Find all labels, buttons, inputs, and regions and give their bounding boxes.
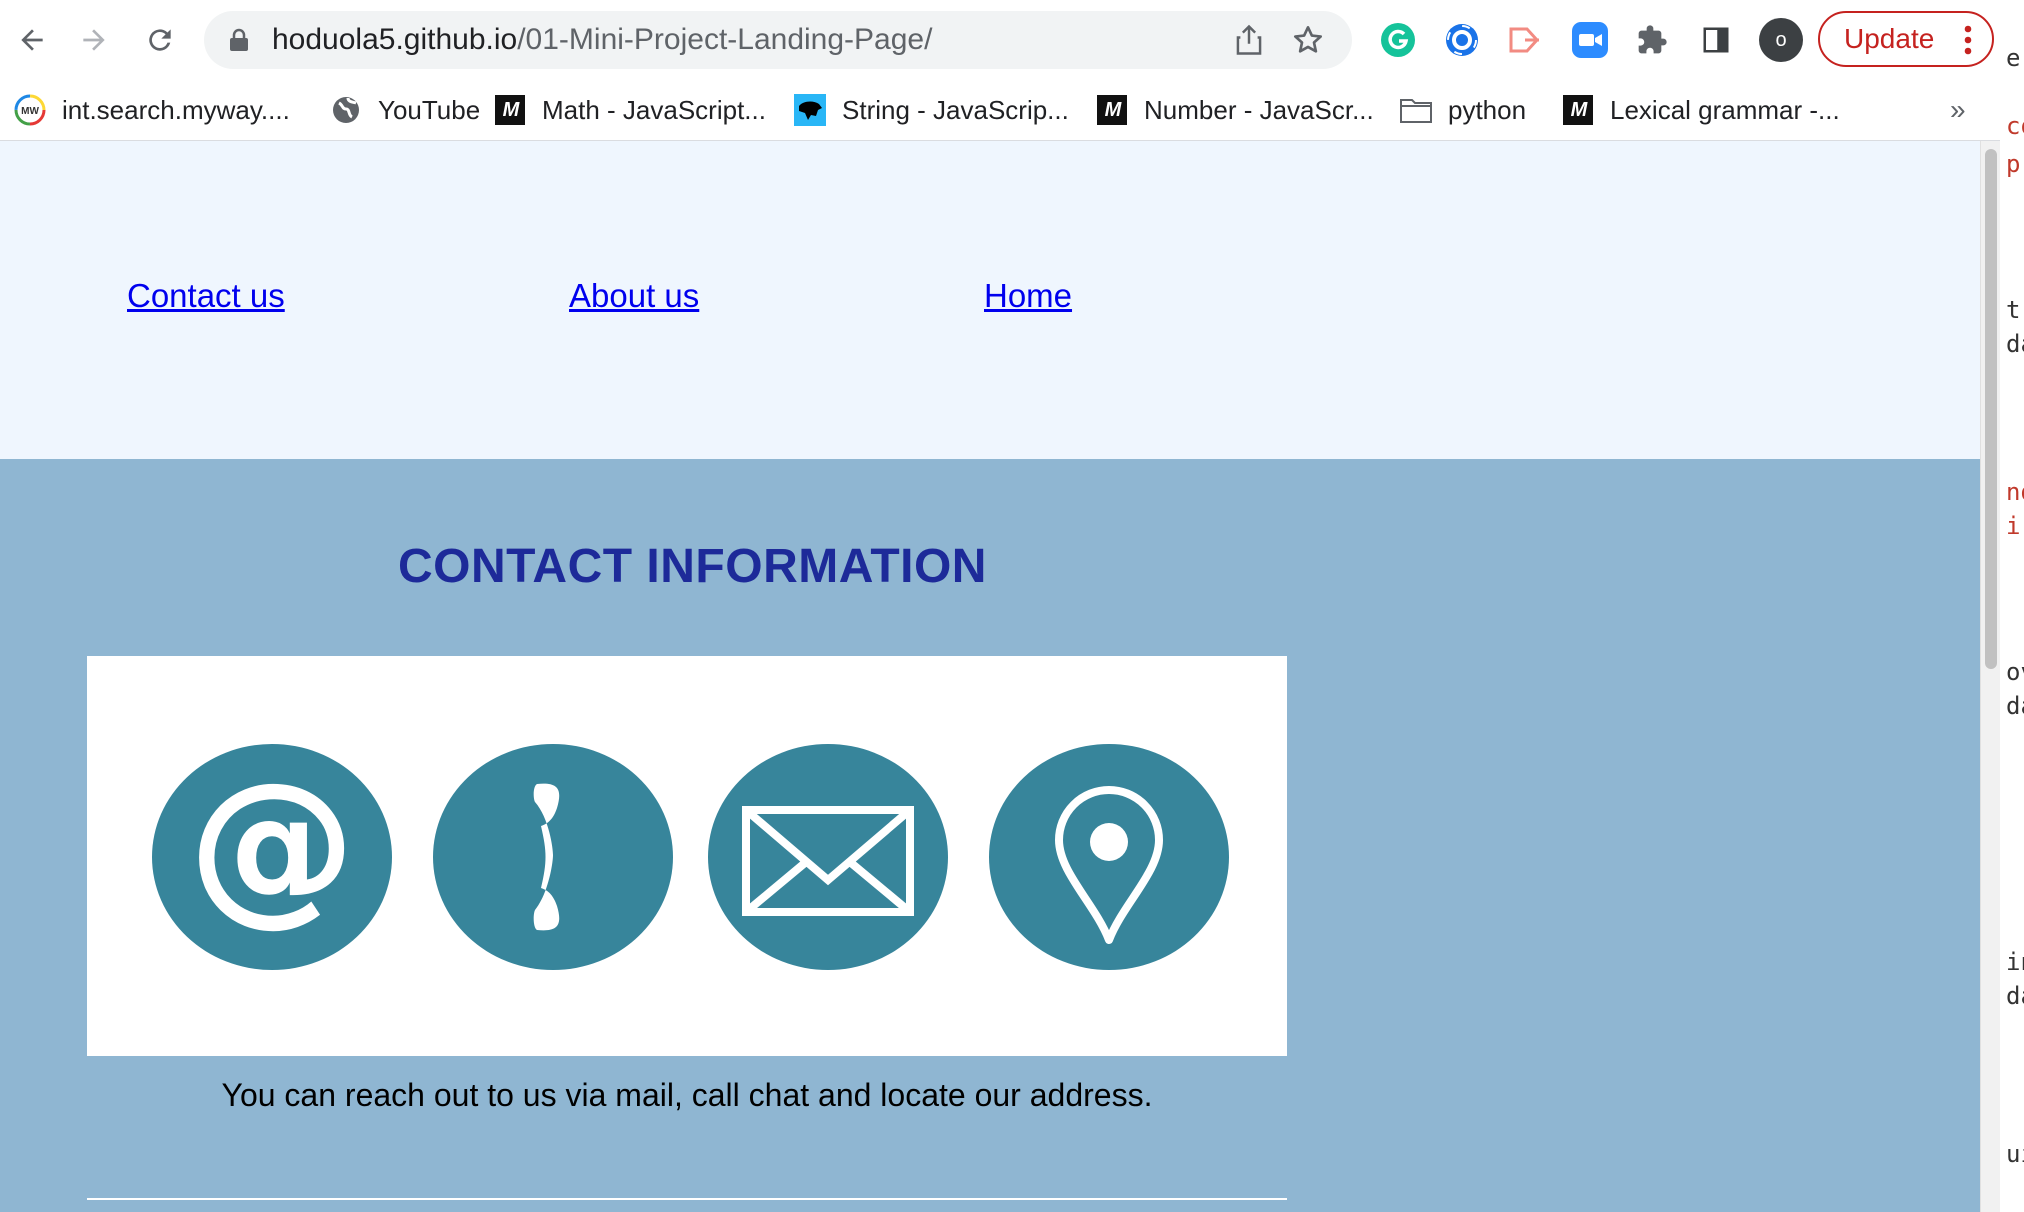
location-pin-icon bbox=[989, 744, 1229, 970]
globe-icon bbox=[330, 94, 362, 126]
nav-link-about[interactable]: About us bbox=[569, 277, 699, 315]
bookmark-item[interactable]: String - JavaScrip... bbox=[794, 80, 1069, 140]
more-bookmarks-button[interactable]: » bbox=[1950, 80, 1966, 140]
code-fragment: da bbox=[2006, 692, 2024, 720]
svg-text:@: @ bbox=[188, 746, 356, 942]
forward-button[interactable] bbox=[70, 16, 118, 64]
bookmark-label: Number - JavaScr... bbox=[1144, 94, 1374, 125]
code-fragment: t: bbox=[2006, 296, 2024, 324]
browser-toolbar: hoduola5.github.io/01-Mini-Project-Landi… bbox=[0, 0, 2024, 80]
at-sign-icon: @ bbox=[152, 744, 392, 970]
scrollbar-thumb[interactable] bbox=[1985, 149, 1997, 669]
url-path: /01-Mini-Project-Landing-Page/ bbox=[517, 23, 933, 56]
code-fragment: da bbox=[2006, 330, 2024, 358]
section-divider bbox=[87, 1198, 1287, 1200]
code-fragment: co bbox=[2006, 112, 2024, 140]
address-bar[interactable]: hoduola5.github.io/01-Mini-Project-Landi… bbox=[204, 11, 1352, 69]
contact-description: You can reach out to us via mail, call c… bbox=[221, 1077, 1153, 1113]
contact-section: CONTACT INFORMATION @ You can reach out … bbox=[0, 459, 1980, 1212]
bookmarks-bar: MW int.search.myway.... YouTube M Math -… bbox=[0, 80, 2024, 141]
lifesaver-icon bbox=[1446, 24, 1478, 56]
nav-link-home[interactable]: Home bbox=[984, 277, 1072, 315]
contact-icons-panel: @ bbox=[87, 656, 1287, 1056]
panther-icon bbox=[794, 94, 826, 126]
star-icon[interactable] bbox=[1292, 24, 1324, 56]
video-camera-icon bbox=[1572, 22, 1608, 58]
page-viewport: Contact us About us Home CONTACT INFORMA… bbox=[0, 141, 1980, 1212]
screencast-extension[interactable] bbox=[1504, 18, 1548, 62]
bookmark-item[interactable]: M Number - JavaScr... bbox=[1096, 80, 1374, 140]
svg-text:MW: MW bbox=[21, 106, 39, 117]
contact-title: CONTACT INFORMATION bbox=[398, 540, 987, 593]
bookmark-label: Math - JavaScript... bbox=[542, 94, 766, 125]
side-panel-icon bbox=[1703, 27, 1729, 53]
update-button[interactable]: Update bbox=[1818, 11, 1994, 67]
arrow-right-icon bbox=[83, 29, 105, 51]
devtools-peek: e co p' t: da nd i- ov da in da ui bbox=[2000, 0, 2024, 1212]
url-host: hoduola5.github.io bbox=[272, 23, 518, 56]
bookmark-item[interactable]: YouTube bbox=[330, 80, 480, 140]
code-fragment: p' bbox=[2006, 150, 2024, 178]
bookmark-item[interactable]: M Math - JavaScript... bbox=[494, 80, 766, 140]
myway-icon: MW bbox=[14, 94, 46, 126]
screencast-icon bbox=[1509, 27, 1540, 53]
update-label: Update bbox=[1844, 23, 1935, 54]
bookmark-label: String - JavaScrip... bbox=[842, 94, 1069, 125]
phone-icon bbox=[433, 744, 673, 970]
extensions-button[interactable] bbox=[1630, 18, 1674, 62]
reload-button[interactable] bbox=[136, 16, 184, 64]
grammarly-icon bbox=[1381, 23, 1415, 57]
code-fragment: ov bbox=[2006, 658, 2024, 686]
mdn-icon: M bbox=[1562, 94, 1594, 126]
kebab-menu-icon bbox=[1964, 25, 1972, 55]
code-fragment: da bbox=[2006, 982, 2024, 1010]
mdn-icon: M bbox=[1096, 94, 1128, 126]
envelope-icon bbox=[708, 744, 948, 970]
page-nav: Contact us About us Home bbox=[0, 141, 1980, 459]
code-fragment: ui bbox=[2006, 1140, 2024, 1168]
grammarly-extension[interactable] bbox=[1376, 18, 1420, 62]
share-icon[interactable] bbox=[1234, 24, 1264, 56]
arrow-left-icon bbox=[21, 29, 43, 51]
puzzle-icon bbox=[1638, 25, 1667, 54]
code-fragment: nd bbox=[2006, 478, 2024, 506]
bookmark-label: Lexical grammar -... bbox=[1610, 94, 1840, 125]
bookmark-item[interactable]: MW int.search.myway.... bbox=[14, 80, 290, 140]
folder-icon bbox=[1400, 94, 1432, 126]
back-button[interactable] bbox=[8, 16, 56, 64]
lifesaver-extension[interactable] bbox=[1440, 18, 1484, 62]
nav-link-contact[interactable]: Contact us bbox=[127, 277, 285, 315]
side-panel-button[interactable] bbox=[1694, 18, 1738, 62]
profile-avatar[interactable]: o bbox=[1759, 18, 1803, 62]
bookmark-folder[interactable]: python bbox=[1400, 80, 1526, 140]
bookmark-label: YouTube bbox=[378, 94, 481, 125]
code-fragment: e bbox=[2006, 44, 2021, 72]
zoom-extension[interactable] bbox=[1568, 18, 1612, 62]
reload-icon bbox=[149, 29, 171, 51]
bookmark-label: python bbox=[1448, 94, 1527, 125]
bookmark-item[interactable]: M Lexical grammar -... bbox=[1562, 80, 1840, 140]
url-text: hoduola5.github.io/01-Mini-Project-Landi… bbox=[272, 11, 932, 69]
bookmark-label: int.search.myway.... bbox=[62, 94, 290, 125]
code-fragment: i- bbox=[2006, 512, 2024, 540]
page-scrollbar[interactable] bbox=[1980, 141, 2001, 1212]
code-fragment: in bbox=[2006, 948, 2024, 976]
lock-icon bbox=[230, 28, 248, 51]
mdn-icon: M bbox=[494, 94, 526, 126]
